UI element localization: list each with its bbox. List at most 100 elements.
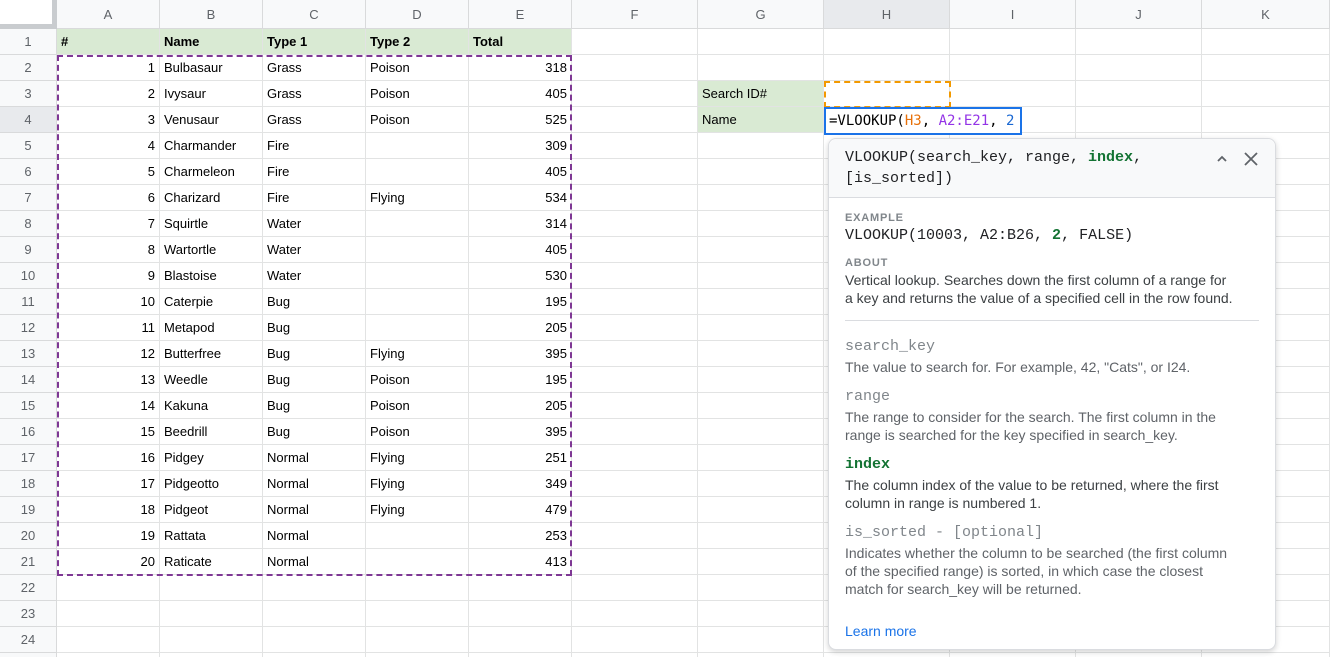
row-header-19[interactable]: 19	[0, 497, 57, 523]
cell-C12[interactable]: Bug	[263, 315, 366, 341]
row-header-24[interactable]: 24	[0, 627, 57, 653]
cell-F23[interactable]	[572, 601, 698, 627]
column-header-H[interactable]: H	[824, 0, 950, 29]
cell-K2[interactable]	[1202, 55, 1330, 81]
cell-E25[interactable]	[469, 653, 572, 657]
cell-G11[interactable]	[698, 289, 824, 315]
cell-A2[interactable]: 1	[57, 55, 160, 81]
cell-F7[interactable]	[572, 185, 698, 211]
cell-D3[interactable]: Poison	[366, 81, 469, 107]
cell-C4[interactable]: Grass	[263, 107, 366, 133]
cell-A6[interactable]: 5	[57, 159, 160, 185]
cell-A4[interactable]: 3	[57, 107, 160, 133]
cell-G19[interactable]	[698, 497, 824, 523]
cell-A16[interactable]: 15	[57, 419, 160, 445]
cell-E19[interactable]: 479	[469, 497, 572, 523]
cell-D24[interactable]	[366, 627, 469, 653]
cell-A23[interactable]	[57, 601, 160, 627]
cell-G5[interactable]	[698, 133, 824, 159]
cell-G7[interactable]	[698, 185, 824, 211]
row-header-14[interactable]: 14	[0, 367, 57, 393]
cell-F6[interactable]	[572, 159, 698, 185]
cell-E4[interactable]: 525	[469, 107, 572, 133]
cell-E18[interactable]: 349	[469, 471, 572, 497]
row-header-8[interactable]: 8	[0, 211, 57, 237]
cell-A14[interactable]: 13	[57, 367, 160, 393]
cell-C2[interactable]: Grass	[263, 55, 366, 81]
cell-H25[interactable]	[824, 653, 950, 657]
cell-E20[interactable]: 253	[469, 523, 572, 549]
formula-edit-cell[interactable]: =VLOOKUP(H3, A2:E21, 2	[824, 107, 1022, 135]
column-header-D[interactable]: D	[366, 0, 469, 29]
cell-F19[interactable]	[572, 497, 698, 523]
cell-C25[interactable]	[263, 653, 366, 657]
cell-D22[interactable]	[366, 575, 469, 601]
cell-D4[interactable]: Poison	[366, 107, 469, 133]
row-header-10[interactable]: 10	[0, 263, 57, 289]
cell-B14[interactable]: Weedle	[160, 367, 263, 393]
row-header-13[interactable]: 13	[0, 341, 57, 367]
row-header-25[interactable]	[0, 653, 57, 657]
cell-F22[interactable]	[572, 575, 698, 601]
column-header-G[interactable]: G	[698, 0, 824, 29]
cell-J25[interactable]	[1076, 653, 1202, 657]
cell-B7[interactable]: Charizard	[160, 185, 263, 211]
cell-C24[interactable]	[263, 627, 366, 653]
cell-I1[interactable]	[950, 29, 1076, 55]
cell-E13[interactable]: 395	[469, 341, 572, 367]
cell-F24[interactable]	[572, 627, 698, 653]
cell-I2[interactable]	[950, 55, 1076, 81]
row-header-18[interactable]: 18	[0, 471, 57, 497]
cell-E11[interactable]: 195	[469, 289, 572, 315]
column-header-J[interactable]: J	[1076, 0, 1202, 29]
cell-J3[interactable]	[1076, 81, 1202, 107]
row-header-22[interactable]: 22	[0, 575, 57, 601]
cell-F4[interactable]	[572, 107, 698, 133]
cell-G1[interactable]	[698, 29, 824, 55]
cell-G17[interactable]	[698, 445, 824, 471]
row-header-1[interactable]: 1	[0, 29, 57, 55]
cell-B18[interactable]: Pidgeotto	[160, 471, 263, 497]
cell-C21[interactable]: Normal	[263, 549, 366, 575]
cell-G15[interactable]	[698, 393, 824, 419]
cell-D2[interactable]: Poison	[366, 55, 469, 81]
column-header-F[interactable]: F	[572, 0, 698, 29]
cell-G8[interactable]	[698, 211, 824, 237]
row-header-2[interactable]: 2	[0, 55, 57, 81]
cell-D1[interactable]: Type 2	[366, 29, 469, 55]
collapse-chevron-icon[interactable]	[1215, 152, 1229, 166]
cell-B5[interactable]: Charmander	[160, 133, 263, 159]
cell-A24[interactable]	[57, 627, 160, 653]
cell-G18[interactable]	[698, 471, 824, 497]
cell-E2[interactable]: 318	[469, 55, 572, 81]
row-header-17[interactable]: 17	[0, 445, 57, 471]
cell-F1[interactable]	[572, 29, 698, 55]
row-header-23[interactable]: 23	[0, 601, 57, 627]
cell-G14[interactable]	[698, 367, 824, 393]
cell-E9[interactable]: 405	[469, 237, 572, 263]
cell-D23[interactable]	[366, 601, 469, 627]
cell-E17[interactable]: 251	[469, 445, 572, 471]
cell-E12[interactable]: 205	[469, 315, 572, 341]
cell-C10[interactable]: Water	[263, 263, 366, 289]
cell-A5[interactable]: 4	[57, 133, 160, 159]
cell-C13[interactable]: Bug	[263, 341, 366, 367]
cell-A18[interactable]: 17	[57, 471, 160, 497]
cell-C11[interactable]: Bug	[263, 289, 366, 315]
cell-B21[interactable]: Raticate	[160, 549, 263, 575]
cell-E24[interactable]	[469, 627, 572, 653]
cell-F14[interactable]	[572, 367, 698, 393]
cell-A25[interactable]	[57, 653, 160, 657]
cell-B8[interactable]: Squirtle	[160, 211, 263, 237]
cell-D16[interactable]: Poison	[366, 419, 469, 445]
cell-K25[interactable]	[1202, 653, 1330, 657]
cell-E16[interactable]: 395	[469, 419, 572, 445]
cell-D7[interactable]: Flying	[366, 185, 469, 211]
row-header-15[interactable]: 15	[0, 393, 57, 419]
cell-C7[interactable]: Fire	[263, 185, 366, 211]
row-header-21[interactable]: 21	[0, 549, 57, 575]
cell-F5[interactable]	[572, 133, 698, 159]
cell-B12[interactable]: Metapod	[160, 315, 263, 341]
cell-B6[interactable]: Charmeleon	[160, 159, 263, 185]
cell-E7[interactable]: 534	[469, 185, 572, 211]
